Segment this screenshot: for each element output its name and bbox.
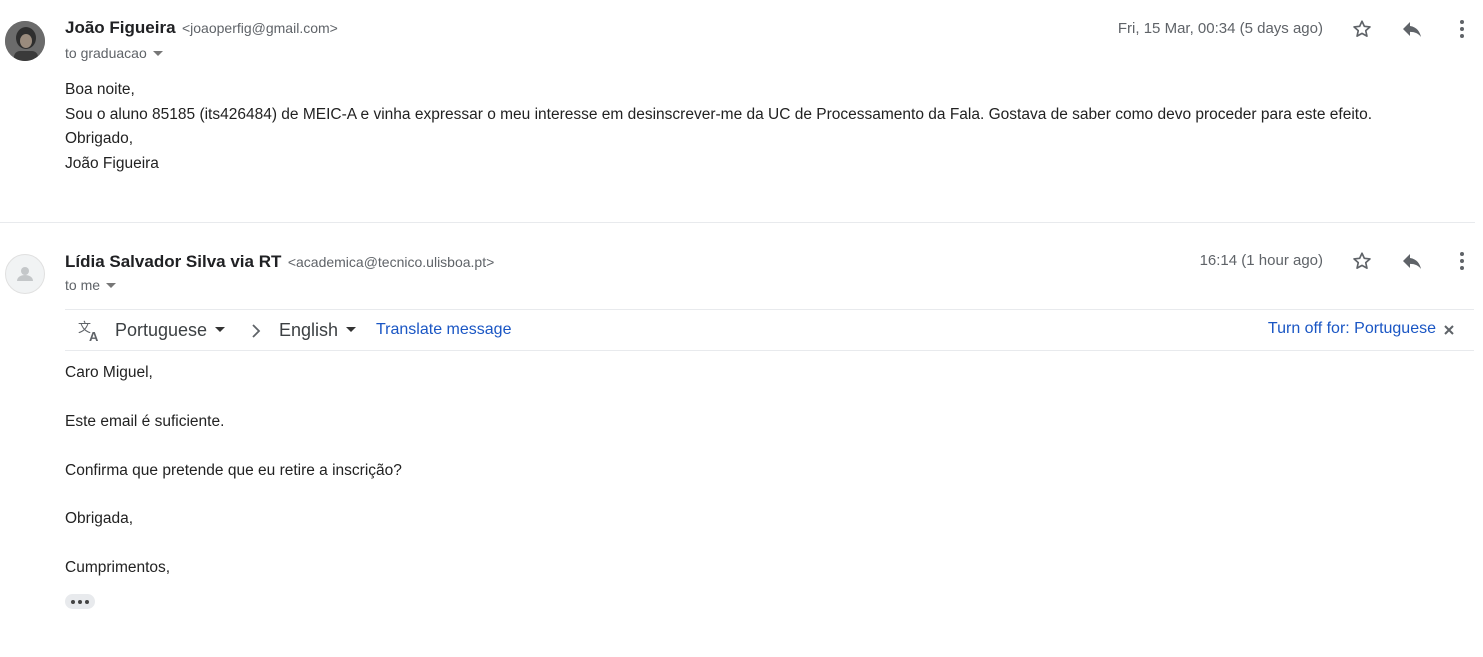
sender-email: <academica@tecnico.ulisboa.pt> [287,254,495,270]
source-language-dropdown[interactable]: Portuguese [115,320,226,341]
target-language-dropdown[interactable]: English [279,320,357,341]
sender-avatar[interactable] [5,254,45,294]
body-line: Cumprimentos, [65,559,171,577]
message-timestamp: 16:14 (1 hour ago) [1199,252,1323,269]
message-body: Caro Miguel, Este email é suficiente. Co… [65,363,402,583]
sender-avatar[interactable] [5,21,45,61]
message-timestamp: Fri, 15 Mar, 00:34 (5 days ago) [1117,20,1323,37]
sender-line: Lídia Salvador Silva via RT <academica@t… [65,252,494,272]
more-options-button[interactable] [1448,15,1476,43]
star-button[interactable] [1348,247,1376,275]
chevron-right-icon [252,324,261,338]
more-vert-icon [1460,252,1464,270]
show-trimmed-content-button[interactable] [65,594,95,609]
ellipsis-dot [78,599,82,604]
reply-button[interactable] [1398,247,1426,275]
close-icon[interactable] [1442,323,1456,337]
caret-down-icon [346,326,357,332]
sender-name[interactable]: Lídia Salvador Silva via RT [65,252,281,271]
sender-email: <joaoperfig@gmail.com> [181,20,338,36]
body-line: Caro Miguel, [65,364,153,381]
reply-button[interactable] [1398,15,1426,43]
message-body: Boa noite, Sou o aluno 85185 (its426484)… [65,78,1372,176]
body-line: Obrigada, [65,510,134,528]
target-language-label: English [279,320,339,340]
body-line: Este email é suficiente. [65,412,225,430]
star-outline-icon [1353,20,1371,37]
translate-icon: 文 A [78,320,99,343]
body-line: Boa noite, [65,81,135,98]
recipient-text: to graduacao [65,45,147,61]
translate-bar: 文 A Portuguese English Translate message… [65,309,1474,351]
svg-text:A: A [89,329,99,343]
more-vert-icon [1460,20,1464,38]
body-line: João Figueira [65,154,159,172]
sender-name[interactable]: João Figueira [65,18,176,37]
source-language-label: Portuguese [115,320,208,340]
more-options-button[interactable] [1448,247,1476,275]
recipient-text: to me [65,277,101,293]
ellipsis-dot [71,599,75,604]
recipient-line[interactable]: to me [65,277,117,293]
translate-message-link[interactable]: Translate message [376,321,511,339]
star-button[interactable] [1348,15,1376,43]
body-line: Confirma que pretende que eu retire a in… [65,461,402,479]
star-outline-icon [1353,252,1371,269]
email-message: João Figueira <joaoperfig@gmail.com> to … [0,0,1483,222]
message-divider [0,222,1475,223]
chevron-down-icon[interactable] [106,282,117,288]
reply-icon [1403,254,1421,269]
email-message: Lídia Salvador Silva via RT <academica@t… [0,234,1483,657]
person-icon [17,267,33,281]
recipient-line[interactable]: to graduacao [65,45,163,61]
ellipsis-dot [85,599,89,604]
sender-line: João Figueira <joaoperfig@gmail.com> [65,18,338,38]
reply-icon [1403,22,1421,37]
turn-off-translation-link[interactable]: Turn off for: Portuguese [1268,320,1436,338]
body-line: Obrigado, [65,130,134,147]
body-line: Sou o aluno 85185 (its426484) de MEIC-A … [65,105,1373,123]
caret-down-icon [215,326,226,332]
chevron-down-icon[interactable] [152,50,163,56]
